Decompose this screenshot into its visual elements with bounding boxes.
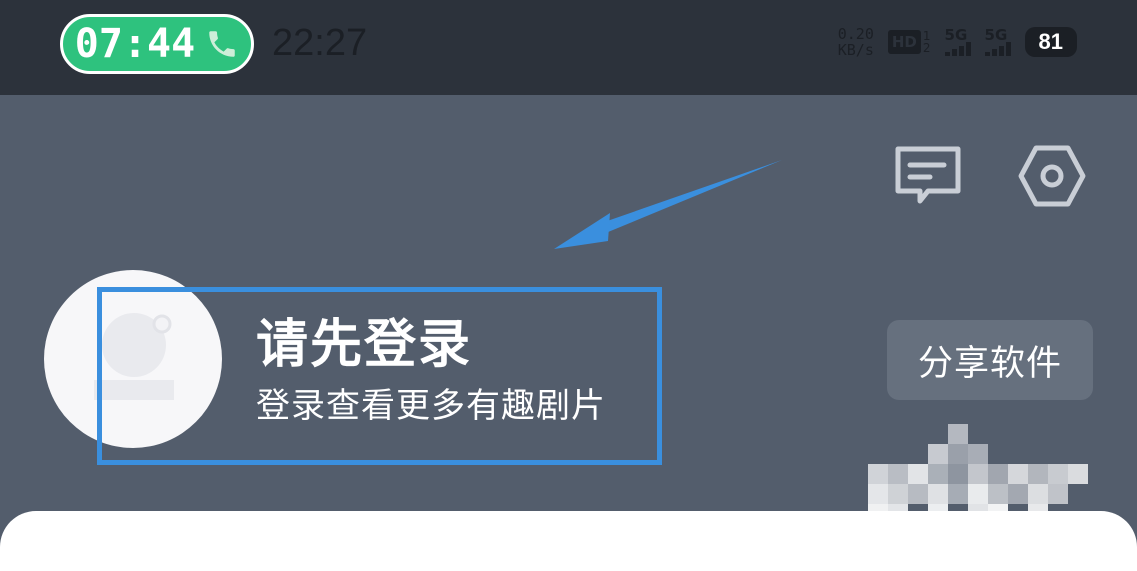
net-speed-unit: KB/s [837, 41, 874, 59]
share-app-button[interactable]: 分享软件 [887, 320, 1093, 400]
message-icon[interactable] [894, 145, 962, 205]
status-indicators: 0.20 KB/s HD 1 2 5G 5G 81 [838, 26, 1077, 58]
net-speed-value: 0.20 [837, 25, 874, 43]
status-bar: 07:44 22:27 0.20 KB/s HD 1 2 5G 5G 81 [0, 0, 1137, 95]
login-subtitle[interactable]: 登录查看更多有趣剧片 [256, 378, 606, 427]
hd-indicator: HD 1 2 [887, 30, 931, 54]
login-title[interactable]: 请先登录 [256, 302, 472, 377]
content-card [0, 511, 1137, 571]
arrow-annotation [554, 160, 782, 249]
signal-1-label: 5G [944, 26, 968, 44]
signal-1: 5G [944, 26, 971, 56]
signal-bars-icon [944, 42, 971, 56]
net-speed: 0.20 KB/s [838, 26, 874, 58]
signal-bars-icon [984, 42, 1011, 56]
signal-2: 5G [984, 26, 1011, 56]
hd-badge: HD [887, 30, 921, 54]
call-timer-pill[interactable]: 07:44 [60, 14, 254, 74]
hd-sim-bottom: 2 [922, 41, 931, 55]
signal-2-label: 5G [984, 26, 1008, 44]
settings-icon[interactable] [1017, 143, 1087, 209]
pixelated-redaction [868, 424, 1088, 524]
status-clock: 22:27 [272, 22, 368, 64]
call-timer: 07:44 [74, 21, 196, 67]
hd-sim-numbers: 1 2 [923, 30, 931, 54]
phone-icon [209, 31, 235, 57]
battery-indicator: 81 [1024, 27, 1077, 57]
